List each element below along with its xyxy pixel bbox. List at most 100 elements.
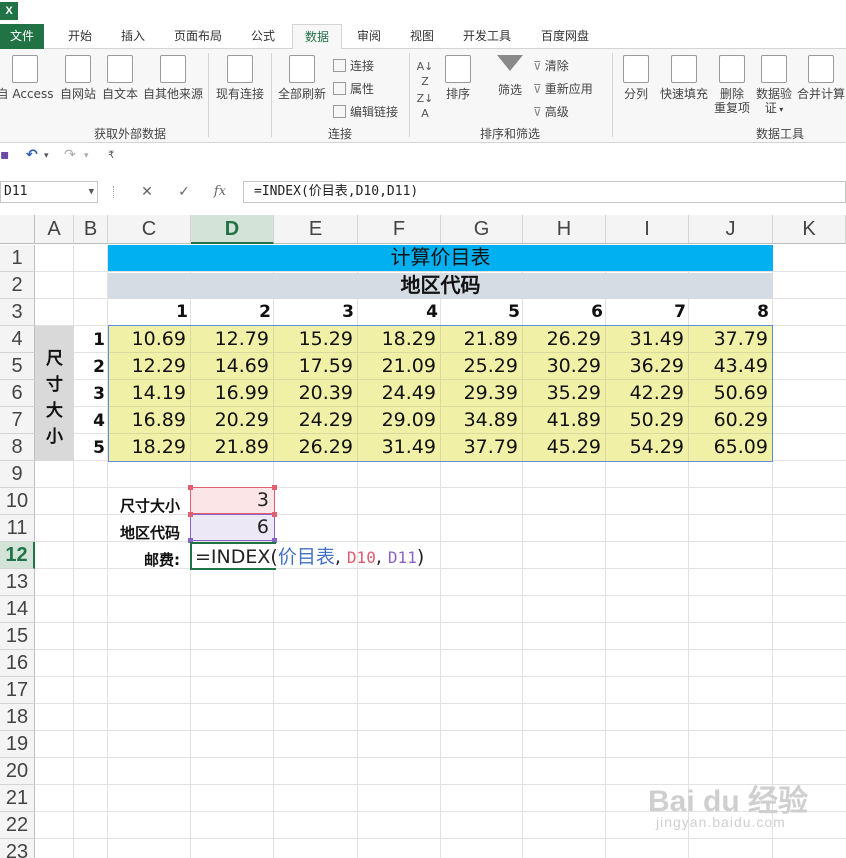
price-cell[interactable]: 42.29 — [606, 381, 689, 408]
region-code-header[interactable]: 地区代码 — [108, 273, 773, 299]
column-header-c[interactable]: C — [108, 215, 191, 244]
column-header-a[interactable]: A — [35, 215, 74, 244]
from-text-button[interactable]: 自文本 — [100, 55, 140, 101]
column-header-j[interactable]: J — [689, 215, 773, 244]
row-header-20[interactable]: 20 — [0, 758, 35, 785]
row-header-4[interactable]: 4 — [0, 326, 35, 353]
existing-connections-button[interactable]: 现有连接 — [214, 55, 266, 101]
range-handle[interactable] — [272, 512, 277, 517]
size-code[interactable]: 3 — [74, 384, 105, 404]
size-code[interactable]: 5 — [74, 438, 105, 458]
redo-icon[interactable]: ↷ — [64, 147, 76, 163]
price-cell[interactable]: 21.89 — [191, 435, 274, 462]
from-other-sources-button[interactable]: 自其他来源 — [142, 55, 204, 101]
column-header-k[interactable]: K — [773, 215, 846, 244]
price-cell[interactable]: 50.29 — [606, 408, 689, 435]
price-cell[interactable]: 21.89 — [441, 327, 523, 354]
connections-button[interactable]: 连接 — [333, 57, 374, 74]
range-handle[interactable] — [188, 485, 193, 490]
price-cell[interactable]: 37.79 — [441, 435, 523, 462]
column-header-g[interactable]: G — [441, 215, 523, 244]
row-header-1[interactable]: 1 — [0, 245, 35, 272]
edit-links-button[interactable]: 编辑链接 — [333, 103, 398, 120]
price-cell[interactable]: 16.89 — [108, 408, 191, 435]
column-header-h[interactable]: H — [523, 215, 606, 244]
price-cell[interactable]: 29.09 — [358, 408, 441, 435]
properties-button[interactable]: 属性 — [333, 80, 374, 97]
region-code[interactable]: 5 — [441, 302, 520, 322]
column-header-i[interactable]: I — [606, 215, 689, 244]
region-code[interactable]: 2 — [191, 302, 271, 322]
size-code[interactable]: 1 — [74, 330, 105, 350]
region-code[interactable]: 3 — [274, 302, 354, 322]
price-cell[interactable]: 31.49 — [358, 435, 441, 462]
price-cell[interactable]: 30.29 — [523, 354, 606, 381]
formula-input[interactable]: =INDEX(价目表,D10,D11) — [243, 181, 846, 203]
advanced-filter-button[interactable]: ⊽ 高级 — [533, 103, 569, 120]
size-code[interactable]: 2 — [74, 357, 105, 377]
size-label[interactable]: 尺寸大小 — [74, 495, 180, 516]
tab-formulas[interactable]: 公式 — [240, 24, 286, 49]
price-cell[interactable]: 16.99 — [191, 381, 274, 408]
row-header-16[interactable]: 16 — [0, 650, 35, 677]
row-header-2[interactable]: 2 — [0, 272, 35, 299]
price-cell[interactable]: 45.29 — [523, 435, 606, 462]
column-header-b[interactable]: B — [74, 215, 108, 244]
price-cell[interactable]: 36.29 — [606, 354, 689, 381]
size-input-cell[interactable]: 3 — [190, 487, 275, 514]
remove-duplicates-button[interactable]: 删除 重复项 — [712, 55, 752, 115]
row-header-10[interactable]: 10 — [0, 488, 35, 515]
price-cell[interactable]: 50.69 — [689, 381, 773, 408]
price-cell[interactable]: 26.29 — [523, 327, 606, 354]
price-cell[interactable]: 10.69 — [108, 327, 191, 354]
tab-page-layout[interactable]: 页面布局 — [163, 24, 233, 49]
flash-fill-button[interactable]: 快速填充 — [658, 55, 710, 101]
row-header-3[interactable]: 3 — [0, 299, 35, 326]
price-cell[interactable]: 18.29 — [108, 435, 191, 462]
price-cell[interactable]: 12.79 — [191, 327, 274, 354]
price-cell[interactable]: 54.29 — [606, 435, 689, 462]
region-label[interactable]: 地区代码 — [74, 522, 180, 543]
tab-home[interactable]: 开始 — [56, 24, 104, 49]
row-header-14[interactable]: 14 — [0, 596, 35, 623]
row-header-15[interactable]: 15 — [0, 623, 35, 650]
range-handle[interactable] — [188, 512, 193, 517]
price-cell[interactable]: 25.29 — [441, 354, 523, 381]
tab-baidu-netdisk[interactable]: 百度网盘 — [530, 24, 600, 49]
price-cell[interactable]: 29.39 — [441, 381, 523, 408]
from-web-button[interactable]: 自网站 — [58, 55, 98, 101]
row-header-17[interactable]: 17 — [0, 677, 35, 704]
row-header-18[interactable]: 18 — [0, 704, 35, 731]
sort-ascending-button[interactable]: A↓ Z — [414, 59, 436, 89]
price-cell[interactable]: 37.79 — [689, 327, 773, 354]
row-header-7[interactable]: 7 — [0, 407, 35, 434]
enter-formula-button[interactable]: ✓ — [170, 181, 198, 203]
price-cell[interactable]: 14.19 — [108, 381, 191, 408]
price-cell[interactable]: 15.29 — [274, 327, 358, 354]
row-header-13[interactable]: 13 — [0, 569, 35, 596]
region-code[interactable]: 1 — [108, 302, 188, 322]
from-access-button[interactable]: 自 Access — [0, 55, 54, 101]
price-cell[interactable]: 24.29 — [274, 408, 358, 435]
price-cell[interactable]: 65.09 — [689, 435, 773, 462]
column-header-f[interactable]: F — [358, 215, 441, 244]
price-cell[interactable]: 24.49 — [358, 381, 441, 408]
price-cell[interactable]: 35.29 — [523, 381, 606, 408]
price-cell[interactable]: 34.89 — [441, 408, 523, 435]
sort-descending-button[interactable]: Z↓ A — [414, 91, 436, 121]
price-cell[interactable]: 26.29 — [274, 435, 358, 462]
price-cell[interactable]: 20.39 — [274, 381, 358, 408]
row-header-21[interactable]: 21 — [0, 785, 35, 812]
customize-qat-icon[interactable]: ₹ — [108, 150, 114, 161]
postage-formula-cell[interactable]: =INDEX(价目表, D10, D11) — [190, 542, 424, 570]
price-cell[interactable]: 18.29 — [358, 327, 441, 354]
tab-review[interactable]: 审阅 — [346, 24, 392, 49]
row-header-22[interactable]: 22 — [0, 812, 35, 839]
row-header-23[interactable]: 23 — [0, 839, 35, 858]
row-header-5[interactable]: 5 — [0, 353, 35, 380]
region-code[interactable]: 8 — [689, 302, 769, 322]
sort-button[interactable]: 排序 — [442, 55, 474, 101]
size-code[interactable]: 4 — [74, 411, 105, 431]
save-icon[interactable]: ▪ — [0, 147, 10, 163]
clear-filter-button[interactable]: ⊽ 清除 — [533, 57, 569, 74]
